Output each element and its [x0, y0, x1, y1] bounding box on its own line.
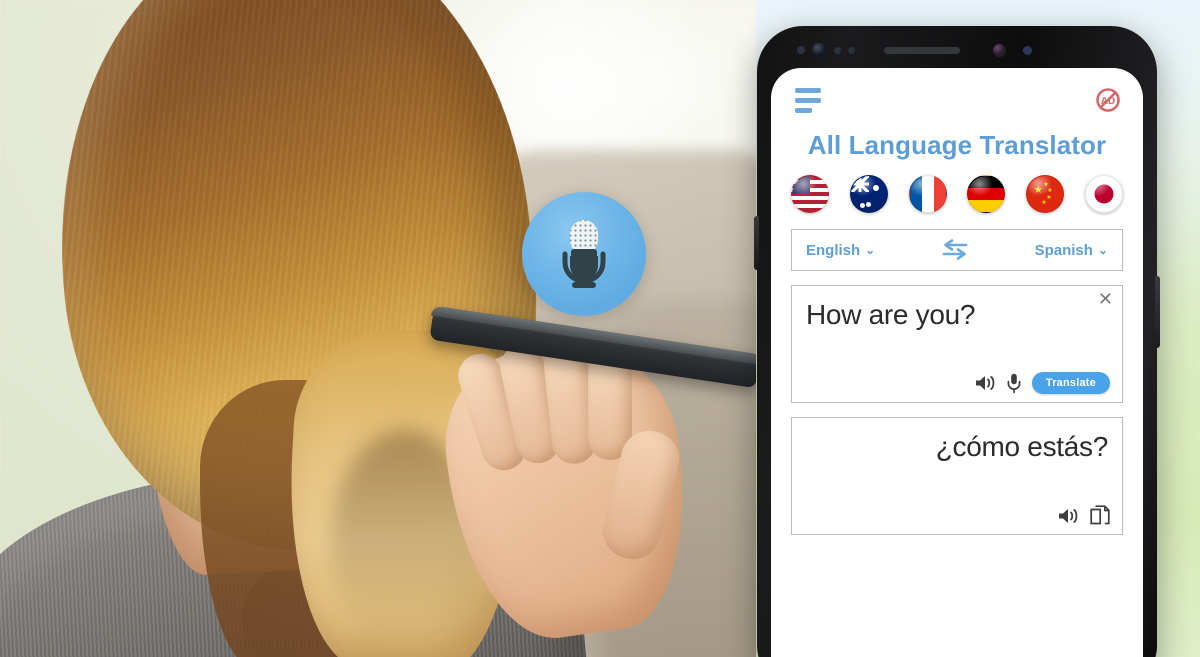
au-union-jack — [850, 176, 869, 192]
sensor-small-icon — [834, 46, 841, 54]
phone-power-button[interactable] — [1155, 276, 1160, 348]
cn-star: ★ — [1033, 184, 1044, 196]
flag-jp-icon[interactable] — [1084, 175, 1123, 213]
au-star — [865, 202, 871, 207]
cn-star: ★ — [1041, 200, 1047, 206]
hamburger-menu-icon[interactable] — [795, 87, 821, 113]
phone-device: AD All Language Translator — [754, 26, 1160, 657]
menu-line — [795, 107, 812, 113]
language-selector-bar: English ⌄ Spanish ⌄ — [791, 229, 1123, 271]
swap-arrows-icon[interactable] — [940, 238, 970, 262]
cn-star: ★ — [1043, 182, 1049, 188]
source-actions: Translate — [975, 372, 1110, 394]
earpiece-speaker-icon — [884, 46, 960, 54]
copy-icon[interactable] — [1090, 505, 1110, 526]
hero-photo — [0, 0, 756, 657]
target-language-dropdown[interactable]: Spanish ⌄ — [1035, 242, 1108, 259]
speaker-icon[interactable] — [975, 374, 996, 392]
output-text-box[interactable]: ¿cómo estás? — [791, 417, 1123, 535]
flag-au-icon[interactable] — [849, 175, 888, 213]
flag-de-icon[interactable] — [967, 175, 1006, 213]
front-camera-icon — [812, 42, 827, 58]
flag-fr-icon[interactable] — [908, 175, 947, 213]
source-language-label: English — [806, 241, 861, 259]
chevron-down-icon: ⌄ — [1097, 243, 1108, 257]
app-bar: AD — [785, 68, 1129, 118]
phone-top-bezel — [761, 32, 1153, 68]
cn-star: ★ — [1047, 188, 1053, 194]
au-star — [872, 185, 879, 191]
iris-scanner-icon — [993, 43, 1006, 57]
led-indicator-icon — [1023, 45, 1032, 55]
au-star — [859, 203, 865, 208]
translated-text: ¿cómo estás? — [935, 431, 1109, 462]
close-icon[interactable]: ✕ — [1098, 291, 1113, 309]
flag-cn-icon[interactable]: ★ ★ ★ ★ ★ — [1026, 175, 1065, 213]
jp-sun — [1094, 184, 1114, 204]
menu-line — [795, 87, 821, 93]
phone-screen: AD All Language Translator — [771, 68, 1143, 657]
source-text: How are you? — [806, 299, 976, 330]
translator-app: AD All Language Translator — [771, 68, 1143, 535]
output-actions — [1058, 505, 1110, 526]
flag-us-icon[interactable] — [791, 175, 829, 213]
sensor-small-icon — [848, 46, 855, 54]
cn-star: ★ — [1046, 195, 1052, 201]
menu-line — [795, 97, 821, 103]
sensor-dot-icon — [797, 46, 805, 54]
chevron-down-icon: ⌄ — [865, 243, 876, 257]
speaker-icon[interactable] — [1058, 507, 1079, 525]
language-flag-row: ★ ★ ★ ★ ★ — [785, 161, 1129, 213]
source-language-dropdown[interactable]: English ⌄ — [806, 242, 875, 259]
screenshot-root: AD All Language Translator — [0, 0, 1200, 657]
microphone-icon[interactable] — [1007, 373, 1021, 393]
translate-button[interactable]: Translate — [1031, 372, 1110, 394]
no-ads-icon[interactable]: AD — [1095, 87, 1121, 113]
phone-volume-button[interactable] — [754, 216, 759, 270]
us-canton — [792, 176, 810, 194]
page-title: All Language Translator — [807, 130, 1107, 160]
target-language-label: Spanish — [1034, 241, 1093, 259]
microphone-badge-icon — [522, 192, 646, 316]
source-text-box[interactable]: ✕ How are you? Translate — [791, 285, 1123, 403]
